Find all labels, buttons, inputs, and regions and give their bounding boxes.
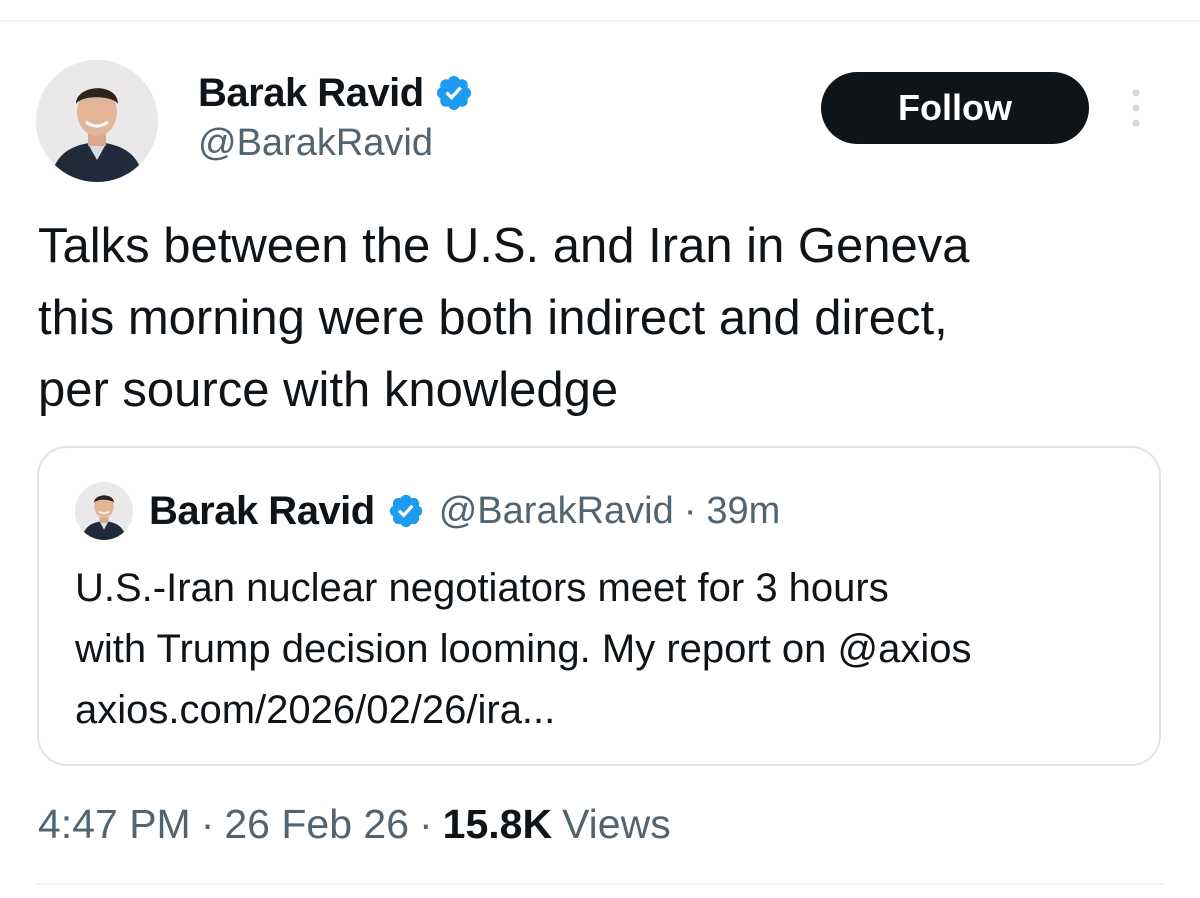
quoted-author-handle[interactable]: @BarakRavid <box>439 490 674 533</box>
tweet-text: Talks between the U.S. and Iran in Genev… <box>38 210 1168 426</box>
top-divider <box>0 20 1200 22</box>
author-handle[interactable]: @BarakRavid <box>198 122 433 165</box>
separator-dot: · <box>200 800 215 847</box>
quoted-text-line: with Trump decision looming. My report o… <box>75 627 972 671</box>
quoted-tweet-link[interactable]: axios.com/2026/02/26/ira... <box>75 688 555 732</box>
tweet-text-line: per source with knowledge <box>38 363 619 417</box>
author-avatar[interactable] <box>36 60 158 182</box>
more-vertical-icon[interactable] <box>1124 84 1148 132</box>
separator-dot: · <box>683 489 697 532</box>
quoted-text-line: U.S.-Iran nuclear negotiators meet for 3… <box>75 566 889 610</box>
author-name-row: Barak Ravid <box>198 68 474 118</box>
bottom-divider <box>36 883 1164 885</box>
quoted-tweet-time[interactable]: 39m <box>706 490 780 533</box>
quoted-tweet-text: U.S.-Iran nuclear negotiators meet for 3… <box>75 558 1155 741</box>
verified-badge-icon <box>389 494 422 528</box>
tweet-meta: 4:47 PM · 26 Feb 26 · 15.8K Views <box>38 796 671 852</box>
tweet-date[interactable]: 26 Feb 26 <box>224 801 409 848</box>
tweet-header: Barak Ravid @BarakRavid Follow <box>36 60 1166 184</box>
author-avatar-image <box>36 60 158 182</box>
follow-button[interactable]: Follow <box>821 72 1089 144</box>
author-name[interactable]: Barak Ravid <box>198 71 424 116</box>
quoted-author-avatar-image <box>75 482 133 540</box>
verified-badge-icon <box>436 75 471 111</box>
views-count[interactable]: 15.8K <box>443 801 552 848</box>
tweet-text-line: this morning were both indirect and dire… <box>38 291 948 345</box>
quoted-tweet-card[interactable]: Barak Ravid @BarakRavid · 39m U.S.-Iran … <box>37 446 1161 766</box>
views-label[interactable]: Views <box>562 801 671 848</box>
separator-dot: · <box>419 800 433 847</box>
quoted-author-name[interactable]: Barak Ravid <box>149 489 375 534</box>
quoted-author-avatar[interactable] <box>75 482 133 540</box>
quoted-tweet-header: Barak Ravid @BarakRavid · 39m <box>149 486 780 536</box>
tweet-time[interactable]: 4:47 PM <box>38 801 191 848</box>
tweet-text-line: Talks between the U.S. and Iran in Genev… <box>38 219 970 273</box>
